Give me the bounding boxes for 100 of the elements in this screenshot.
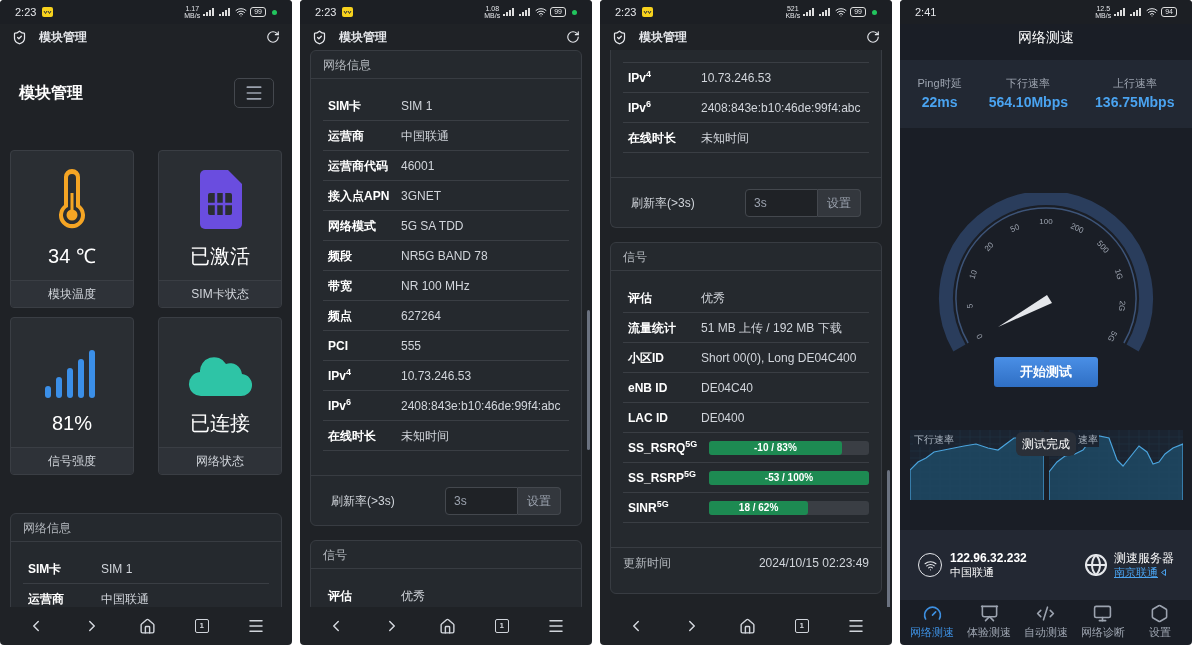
client-ip: 122.96.32.232 bbox=[950, 550, 1027, 566]
home-icon[interactable] bbox=[439, 617, 457, 635]
row-value: 未知时间 bbox=[701, 129, 749, 147]
cell-signal-icon bbox=[203, 8, 217, 16]
bar-reading: -53 / 100% bbox=[764, 471, 814, 485]
row-label: 频段 bbox=[328, 247, 353, 265]
footer-value: 2024/10/15 02:23:49 bbox=[758, 554, 869, 572]
status-time: 2:23 bbox=[615, 4, 637, 20]
refresh-icon[interactable] bbox=[866, 30, 880, 44]
home-icon[interactable] bbox=[739, 617, 757, 635]
refresh-icon[interactable] bbox=[266, 30, 280, 44]
refresh-rate-label: 刷新率(>3s) bbox=[631, 194, 695, 212]
tile-value: 已激活 bbox=[190, 244, 250, 269]
row-label: IPv$^{4}$ bbox=[328, 366, 353, 385]
client-isp: 中国联通 bbox=[950, 565, 995, 580]
bar-reading: -10 / 83% bbox=[754, 441, 797, 455]
bottom-tab[interactable]: 网络诊断 bbox=[1074, 604, 1131, 641]
tabs-button[interactable]: 1 bbox=[194, 619, 209, 633]
row-value: 中国联通 bbox=[401, 127, 449, 145]
row-value: SIM 1 bbox=[101, 560, 133, 578]
row-label: 评估 bbox=[628, 289, 653, 307]
cell-signal-icon bbox=[1114, 8, 1128, 16]
status-time: 2:23 bbox=[315, 4, 337, 20]
row-value: DE0400 bbox=[701, 409, 745, 427]
menu-button[interactable] bbox=[234, 78, 274, 108]
row-value: Short 00(0), Long DE04C400 bbox=[701, 349, 857, 367]
home-icon[interactable] bbox=[139, 617, 157, 635]
row-label: IPv$^{6}$ bbox=[328, 396, 353, 415]
menu-icon[interactable] bbox=[846, 617, 865, 635]
row-label: SS_RSRP$^{5G}$ bbox=[628, 468, 698, 487]
cell-signal-icon bbox=[219, 8, 233, 16]
row-value: 中国联通 bbox=[101, 590, 149, 607]
bottom-tab[interactable]: 网络测速 bbox=[904, 604, 961, 641]
bar-reading: 18 / 62% bbox=[738, 501, 779, 515]
row-value: 2408:843e:b10:46de:99f4:abc bbox=[401, 397, 561, 415]
row-label: 网络模式 bbox=[328, 217, 377, 235]
set-button[interactable]: 设置 bbox=[818, 188, 861, 217]
chart-label: 下行速率 bbox=[912, 432, 955, 447]
set-button[interactable]: 设置 bbox=[518, 486, 561, 515]
refresh-icon[interactable] bbox=[566, 30, 580, 44]
row-label: IPv$^{6}$ bbox=[628, 98, 653, 117]
tabs-button[interactable]: 1 bbox=[494, 619, 509, 633]
row-value: 优秀 bbox=[401, 587, 425, 605]
row-label: 在线时长 bbox=[328, 427, 377, 445]
row-label: 运营商 bbox=[328, 127, 365, 145]
bottom-tab[interactable]: 设置 bbox=[1131, 604, 1188, 641]
row-label: 运营商代码 bbox=[328, 157, 389, 175]
page-title: 模块管理 bbox=[19, 83, 83, 103]
server-link[interactable]: 南京联通 bbox=[1114, 565, 1158, 580]
menu-icon bbox=[244, 83, 264, 103]
scrollbar[interactable] bbox=[887, 470, 890, 607]
card-title: 网络信息 bbox=[323, 56, 371, 74]
tile-value: 81% bbox=[52, 411, 92, 436]
footer-label: 更新时间 bbox=[623, 554, 671, 572]
row-value: 555 bbox=[401, 337, 422, 355]
row-label: IPv$^{4}$ bbox=[628, 68, 653, 87]
tabs-button[interactable]: 1 bbox=[794, 619, 809, 633]
row-value: 46001 bbox=[401, 157, 435, 175]
bottom-tab[interactable]: 体验测速 bbox=[961, 604, 1018, 641]
row-value: 5G SA TDD bbox=[401, 217, 464, 235]
stat-value: 136.75Mbps bbox=[1095, 92, 1175, 112]
stat-value: 564.10Mbps bbox=[988, 92, 1068, 112]
row-value: NR5G BAND 78 bbox=[401, 247, 488, 265]
app-title: 模块管理 bbox=[339, 29, 387, 46]
wifi-icon bbox=[835, 6, 848, 18]
row-label: SINR$^{5G}$ bbox=[628, 498, 670, 517]
card-title: 网络信息 bbox=[23, 519, 71, 537]
row-value: 2408:843e:b10:46de:99f4:abc bbox=[701, 99, 861, 117]
gauge-label: 100 bbox=[1039, 217, 1053, 227]
menu-icon[interactable] bbox=[246, 617, 265, 635]
app-title: 模块管理 bbox=[639, 29, 687, 46]
row-value: 未知时间 bbox=[401, 427, 449, 445]
globe-icon bbox=[1084, 553, 1108, 577]
menu-icon[interactable] bbox=[546, 617, 565, 635]
row-value: SIM 1 bbox=[401, 97, 433, 115]
server-label: 测速服务器 bbox=[1114, 550, 1174, 566]
gauge-label: 2G bbox=[1116, 300, 1127, 312]
bottom-tab[interactable]: 自动测速 bbox=[1018, 604, 1074, 641]
stat-label: Ping时延 bbox=[917, 76, 962, 92]
refresh-rate-field[interactable]: 3s bbox=[445, 486, 518, 515]
refresh-rate-field[interactable]: 3s bbox=[745, 188, 818, 217]
row-label: 接入点APN bbox=[328, 187, 391, 205]
code-window-icon bbox=[1036, 604, 1056, 624]
monitor-icon bbox=[1093, 604, 1113, 624]
cell-signal-icon bbox=[519, 8, 533, 16]
start-test-button[interactable]: 开始测试 bbox=[994, 357, 1098, 387]
tile-value: 34 ℃ bbox=[48, 244, 96, 269]
scrollbar[interactable] bbox=[587, 310, 590, 450]
gauge-label: 10 bbox=[967, 268, 979, 280]
row-value: 优秀 bbox=[701, 289, 725, 307]
row-label: 小区ID bbox=[628, 349, 665, 367]
row-label: SIM卡 bbox=[328, 97, 363, 115]
caret-icon[interactable] bbox=[1161, 569, 1166, 576]
tile-label: 模块温度 bbox=[48, 286, 96, 303]
gauge-label: 50 bbox=[1009, 222, 1021, 235]
row-label: 在线时长 bbox=[628, 129, 677, 147]
cell-signal-icon bbox=[1130, 8, 1144, 16]
row-value: DE04C40 bbox=[701, 379, 754, 397]
row-value: 51 MB 上传 / 192 MB 下载 bbox=[701, 319, 842, 337]
gauge-label: 200 bbox=[1069, 221, 1085, 236]
